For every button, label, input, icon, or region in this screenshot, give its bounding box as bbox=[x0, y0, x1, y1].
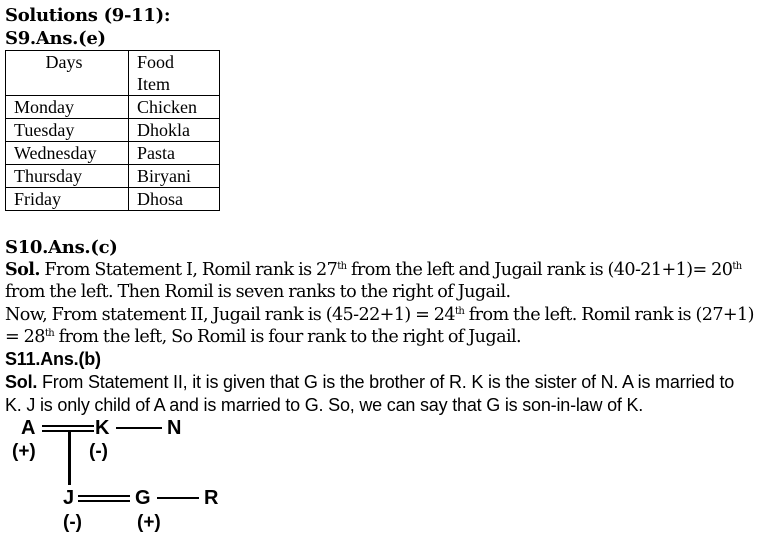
table-row: Wednesday Pasta bbox=[5, 141, 220, 165]
sign-g: (+) bbox=[137, 512, 161, 533]
table-row: Monday Chicken bbox=[5, 95, 220, 119]
sol-label: Sol. bbox=[5, 259, 40, 280]
node-j: J bbox=[63, 487, 75, 509]
s10-text: from the left, So Romil is four rank to … bbox=[54, 327, 522, 348]
day-cell: Tuesday bbox=[5, 118, 129, 142]
food-cell: Chicken bbox=[128, 95, 220, 119]
day-cell: Wednesday bbox=[5, 141, 129, 165]
marriage-line bbox=[42, 425, 94, 427]
sibling-line bbox=[157, 497, 199, 499]
superscript: th bbox=[44, 328, 55, 340]
table-row: Thursday Biryani bbox=[5, 164, 220, 188]
node-g: G bbox=[135, 487, 151, 509]
table-header-row: Days Food Item bbox=[5, 50, 220, 96]
marriage-line bbox=[78, 500, 130, 502]
s10-text: Now, From statement II, Jugail rank is (… bbox=[5, 304, 456, 325]
family-tree-diagram: A K N (+) (-) J G R (-) (+) bbox=[0, 410, 240, 549]
s9-answer: S9.Ans.(e) bbox=[5, 28, 106, 49]
header-days: Days bbox=[5, 50, 129, 96]
header-food-item: Food Item bbox=[128, 50, 220, 96]
node-r: R bbox=[204, 487, 219, 509]
solutions-title: Solutions (9-11): bbox=[5, 5, 171, 26]
food-cell: Dhosa bbox=[128, 187, 220, 211]
header-item: Item bbox=[137, 74, 170, 94]
day-cell: Thursday bbox=[5, 164, 129, 188]
s10-text: from the left. Then Romil is seven ranks… bbox=[5, 282, 511, 303]
s11-text: From Statement II, it is given that G is… bbox=[5, 372, 735, 415]
table-row: Friday Dhosa bbox=[5, 187, 220, 211]
superscript: th bbox=[455, 305, 465, 317]
s10-answer: S10.Ans.(c) bbox=[5, 237, 118, 258]
node-n: N bbox=[167, 417, 182, 439]
superscript: th bbox=[337, 261, 347, 272]
table-row: Tuesday Dhokla bbox=[5, 118, 220, 142]
sign-j: (-) bbox=[63, 512, 82, 533]
day-cell: Monday bbox=[5, 95, 129, 119]
sign-a: (+) bbox=[12, 441, 36, 462]
sol-label: Sol. bbox=[5, 372, 38, 392]
days-food-table: Days Food Item Monday Chicken Tuesday Dhokl… bbox=[5, 50, 220, 211]
node-a: A bbox=[21, 417, 36, 439]
marriage-line bbox=[78, 495, 130, 497]
child-line bbox=[68, 431, 71, 485]
s10-text: from the left and Jugail rank is (40-21+… bbox=[346, 260, 733, 280]
s10-solution: Sol. From Statement I, Romil rank is 27t… bbox=[5, 259, 757, 349]
superscript: th bbox=[732, 261, 742, 272]
s10-text: From Statement I, Romil rank is 27 bbox=[39, 260, 338, 280]
sign-k: (-) bbox=[89, 441, 108, 462]
s11-answer: S11.Ans.(b) bbox=[5, 349, 101, 369]
food-cell: Biryani bbox=[128, 164, 220, 188]
food-cell: Dhokla bbox=[128, 118, 220, 142]
header-food: Food bbox=[137, 52, 175, 72]
node-k: K bbox=[95, 417, 110, 439]
food-cell: Pasta bbox=[128, 141, 220, 165]
day-cell: Friday bbox=[5, 187, 129, 211]
sibling-line bbox=[116, 427, 162, 429]
